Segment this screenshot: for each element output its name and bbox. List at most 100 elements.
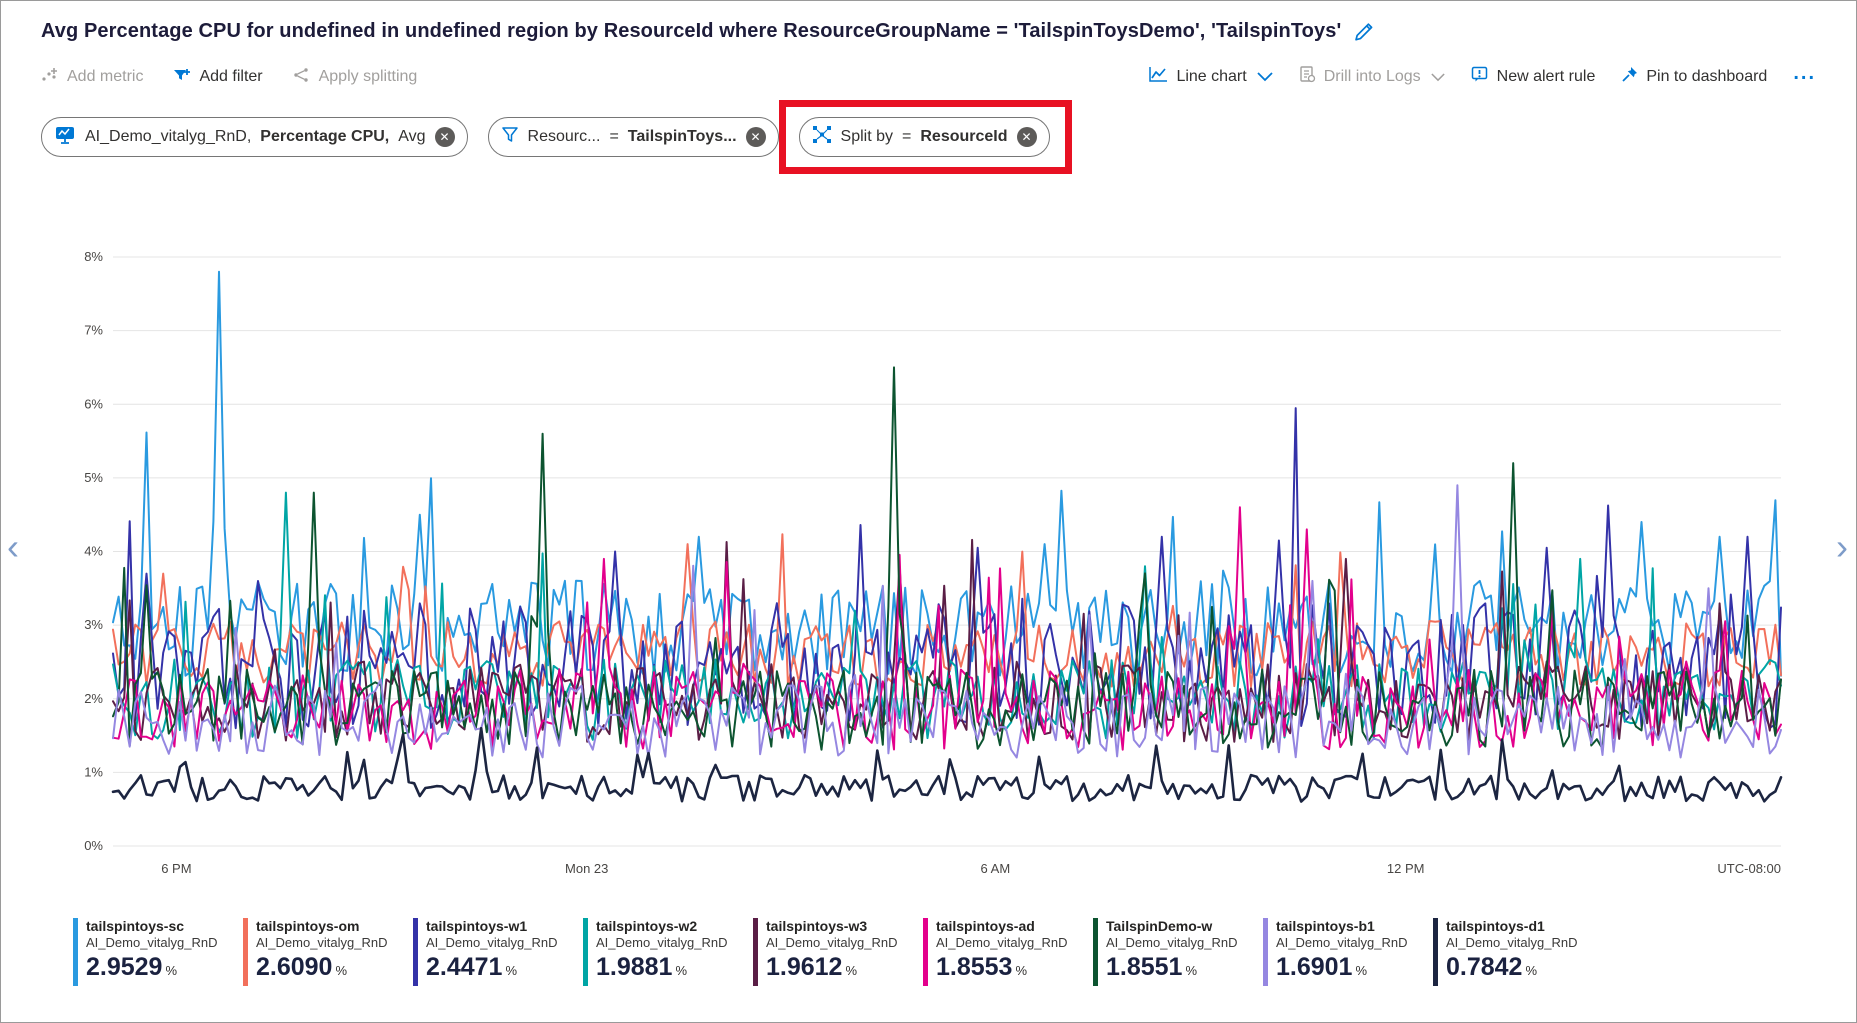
series-line-tailspintoys-d1 (113, 728, 1781, 801)
legend-item-tailspintoys-ad[interactable]: tailspintoys-adAI_Demo_vitalyg_RnD1.8553… (923, 918, 1071, 986)
legend-item-tailspintoys-sc[interactable]: tailspintoys-scAI_Demo_vitalyg_RnD2.9529… (73, 918, 221, 986)
legend-resource-name: AI_Demo_vitalyg_RnD (596, 935, 728, 951)
filter-chip[interactable]: Resourc... = TailspinToys... ✕ (488, 117, 779, 157)
legend-series-name: tailspintoys-w1 (426, 918, 558, 935)
drill-into-logs-button[interactable]: Drill into Logs (1299, 66, 1445, 88)
legend-color-bar (243, 918, 248, 986)
legend-unit-label: % (335, 963, 347, 978)
page-title: Avg Percentage CPU for undefined in unde… (41, 20, 1341, 43)
legend-resource-name: AI_Demo_vitalyg_RnD (766, 935, 898, 951)
legend-text: tailspintoys-w1AI_Demo_vitalyg_RnD2.4471… (426, 918, 558, 986)
chart-area: 0%1%2%3%4%5%6%7%8%6 PMMon 236 AM12 PMUTC… (1, 217, 1856, 894)
legend-text: tailspintoys-adAI_Demo_vitalyg_RnD1.8553… (936, 918, 1068, 986)
pin-to-dashboard-button[interactable]: Pin to dashboard (1621, 66, 1767, 88)
drill-into-logs-label: Drill into Logs (1324, 68, 1421, 86)
remove-filter-icon[interactable]: ✕ (746, 127, 766, 147)
add-metric-icon (41, 67, 59, 88)
legend-text: tailspintoys-omAI_Demo_vitalyg_RnD2.6090… (256, 918, 388, 986)
legend-unit-label: % (1185, 963, 1197, 978)
y-axis-label: 5% (84, 470, 103, 485)
split-chip-operator: = (902, 128, 911, 146)
legend-color-bar (923, 918, 928, 986)
scroll-right-chevron-icon[interactable]: › (1836, 529, 1848, 565)
title-row: Avg Percentage CPU for undefined in unde… (1, 1, 1856, 43)
new-alert-rule-label: New alert rule (1497, 68, 1596, 86)
scroll-left-chevron-icon[interactable]: ‹ (7, 529, 19, 565)
x-axis-label: 12 PM (1387, 861, 1425, 876)
new-alert-rule-icon (1471, 66, 1489, 88)
legend-color-bar (1263, 918, 1268, 986)
toolbar-left-group: Add metric Add filter Apply splitting (41, 67, 417, 88)
legend-series-name: tailspintoys-ad (936, 918, 1068, 935)
new-alert-rule-button[interactable]: New alert rule (1471, 66, 1596, 88)
legend-item-tailspintoys-om[interactable]: tailspintoys-omAI_Demo_vitalyg_RnD2.6090… (243, 918, 391, 986)
metric-chip-aggregation: Avg (398, 128, 425, 146)
legend-item-tailspintoys-w1[interactable]: tailspintoys-w1AI_Demo_vitalyg_RnD2.4471… (413, 918, 561, 986)
split-chip-highlight-box: Split by = ResourceId ✕ (799, 117, 1050, 157)
add-filter-icon (173, 67, 191, 88)
y-axis-label: 0% (84, 838, 103, 853)
split-chip-value: ResourceId (920, 128, 1007, 146)
filter-chip-value: TailspinToys... (628, 128, 737, 146)
legend-avg-value: 2.9529% (86, 952, 218, 986)
legend-item-tailspintoys-b1[interactable]: tailspintoys-b1AI_Demo_vitalyg_RnD1.6901… (1263, 918, 1411, 986)
legend-avg-value: 1.9612% (766, 952, 898, 986)
legend-item-tailspintoys-d1[interactable]: tailspintoys-d1AI_Demo_vitalyg_RnD0.7842… (1433, 918, 1581, 986)
drill-into-logs-icon (1299, 66, 1316, 88)
legend-series-name: tailspintoys-d1 (1446, 918, 1578, 935)
legend-resource-name: AI_Demo_vitalyg_RnD (936, 935, 1068, 951)
filter-chip-funnel-icon (501, 126, 519, 148)
legend-text: tailspintoys-scAI_Demo_vitalyg_RnD2.9529… (86, 918, 218, 986)
chart-toolbar: Add metric Add filter Apply splitting Li… (1, 57, 1856, 97)
split-chip-label: Split by (841, 128, 893, 146)
chips-row: AI_Demo_vitalyg_RnD, Percentage CPU, Avg… (1, 115, 1856, 159)
filter-chip-operator: = (609, 128, 618, 146)
remove-split-icon[interactable]: ✕ (1017, 127, 1037, 147)
legend-text: tailspintoys-w3AI_Demo_vitalyg_RnD1.9612… (766, 918, 898, 986)
legend-resource-name: AI_Demo_vitalyg_RnD (256, 935, 388, 951)
legend-text: tailspintoys-w2AI_Demo_vitalyg_RnD1.9881… (596, 918, 728, 986)
legend-item-tailspintoys-w2[interactable]: tailspintoys-w2AI_Demo_vitalyg_RnD1.9881… (583, 918, 731, 986)
metric-chip-icon (54, 125, 76, 150)
legend-avg-value: 1.8551% (1106, 952, 1238, 986)
legend-item-tailspintoys-w3[interactable]: tailspintoys-w3AI_Demo_vitalyg_RnD1.9612… (753, 918, 901, 986)
y-axis-label: 8% (84, 249, 103, 264)
metrics-explorer-window: Avg Percentage CPU for undefined in unde… (0, 0, 1857, 1023)
add-filter-button[interactable]: Add filter (173, 67, 262, 88)
legend-text: TailspinDemo-wAI_Demo_vitalyg_RnD1.8551% (1106, 918, 1238, 986)
legend-item-TailspinDemo-w[interactable]: TailspinDemo-wAI_Demo_vitalyg_RnD1.8551% (1093, 918, 1241, 986)
add-metric-button[interactable]: Add metric (41, 67, 143, 88)
more-options-button[interactable]: ... (1793, 68, 1816, 86)
legend-color-bar (1433, 918, 1438, 986)
y-axis-label: 4% (84, 544, 103, 559)
legend-series-name: tailspintoys-b1 (1276, 918, 1408, 935)
y-axis-label: 6% (84, 396, 103, 411)
add-metric-label: Add metric (67, 68, 143, 86)
legend-unit-label: % (1525, 963, 1537, 978)
pin-icon (1621, 66, 1638, 88)
y-axis-label: 3% (84, 617, 103, 632)
pin-to-dashboard-label: Pin to dashboard (1646, 68, 1767, 86)
add-filter-label: Add filter (199, 68, 262, 86)
legend-resource-name: AI_Demo_vitalyg_RnD (426, 935, 558, 951)
legend-unit-label: % (1355, 963, 1367, 978)
metric-chip[interactable]: AI_Demo_vitalyg_RnD, Percentage CPU, Avg… (41, 117, 468, 157)
legend-unit-label: % (845, 963, 857, 978)
line-chart-canvas[interactable]: 0%1%2%3%4%5%6%7%8%6 PMMon 236 AM12 PMUTC… (41, 217, 1818, 889)
remove-metric-icon[interactable]: ✕ (435, 127, 455, 147)
legend-avg-value: 2.4471% (426, 952, 558, 986)
legend-unit-label: % (505, 963, 517, 978)
legend-avg-value: 1.6901% (1276, 952, 1408, 986)
legend-color-bar (73, 918, 78, 986)
split-by-chip[interactable]: Split by = ResourceId ✕ (799, 117, 1050, 157)
legend-avg-value: 1.9881% (596, 952, 728, 986)
line-chart-selector-button[interactable]: Line chart (1148, 66, 1272, 88)
metric-chip-metric-name: Percentage CPU, (260, 128, 389, 146)
chevron-down-icon (1431, 73, 1445, 82)
legend-color-bar (583, 918, 588, 986)
y-axis-label: 7% (84, 323, 103, 338)
line-chart-label: Line chart (1176, 68, 1246, 86)
legend-unit-label: % (675, 963, 687, 978)
apply-splitting-button[interactable]: Apply splitting (293, 67, 418, 88)
edit-title-pencil-icon[interactable] (1353, 21, 1375, 43)
